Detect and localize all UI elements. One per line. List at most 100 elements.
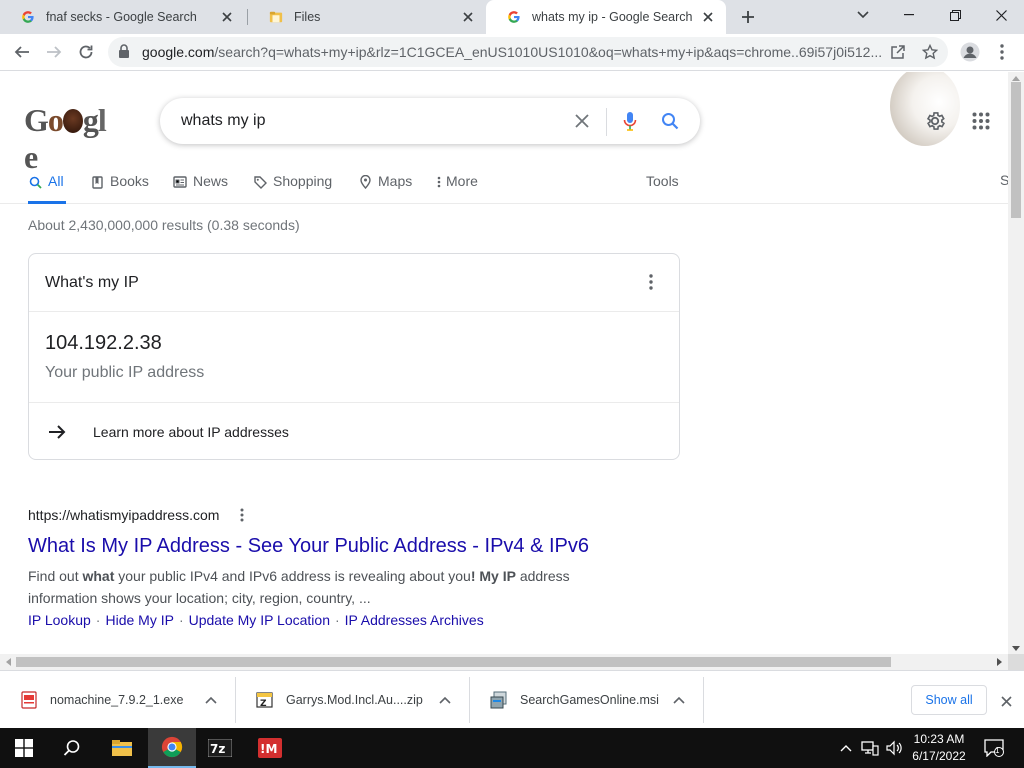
forward-button[interactable] [40,38,68,66]
volume-icon[interactable] [884,738,904,758]
reload-button[interactable] [72,38,100,66]
tab-label: Books [110,173,149,189]
scroll-right-arrow-icon[interactable] [995,658,1003,666]
zip-archive-icon: Z [256,691,274,709]
tools-button[interactable]: Tools [646,170,679,204]
iobit-taskbar-icon[interactable]: !M [246,728,294,768]
folder-favicon-icon [268,9,284,25]
network-icon[interactable] [860,738,880,758]
sitelink[interactable]: Update My IP Location [189,612,330,628]
new-tab-button[interactable] [736,5,760,29]
google-doodle-logo[interactable]: Go gle [24,102,116,175]
tab-all[interactable]: All [28,170,66,204]
tab-strip: fnaf secks - Google Search Files whats m… [0,0,1024,34]
share-icon[interactable] [888,42,908,62]
tab-fnaf[interactable]: fnaf secks - Google Search [0,0,245,34]
start-button[interactable] [0,728,48,768]
download-filename: Garrys.Mod.Incl.Au....zip [286,693,423,707]
search-icon[interactable] [658,109,682,133]
taskbar-clock[interactable]: 10:23 AM 6/17/2022 [906,731,972,765]
show-all-downloads-button[interactable]: Show all [911,685,987,715]
horizontal-scroll-thumb[interactable] [16,657,891,667]
action-center-icon[interactable]: 1 [982,738,1006,758]
tab-label: All [48,173,64,189]
tab-close-icon[interactable] [700,9,716,25]
search-box[interactable]: whats my ip [160,98,700,144]
google-favicon-icon [20,9,36,25]
snippet-text: your public IPv4 and IPv6 address is rev… [114,568,471,584]
bookmark-star-icon[interactable] [920,42,940,62]
search-input[interactable]: whats my ip [181,112,265,130]
sitelink[interactable]: IP Addresses Archives [345,612,484,628]
tab-title: whats my ip - Google Search [532,10,693,24]
clear-search-icon[interactable] [570,109,594,133]
tab-news[interactable]: News [173,170,228,204]
svg-text:7z: 7z [210,742,225,756]
tab-search-chevron-icon[interactable] [840,0,886,30]
tab-shopping[interactable]: Shopping [253,170,332,204]
tab-title: Files [294,10,321,24]
address-bar[interactable]: google.com/search?q=whats+my+ip&rlz=1C1G… [108,37,948,67]
back-button[interactable] [8,38,36,66]
clock-date: 6/17/2022 [912,749,966,763]
tab-files[interactable]: Files [248,0,486,34]
snippet-bold: ! My IP [470,568,516,584]
lock-icon[interactable] [118,44,134,60]
safesearch-label-cut[interactable]: S [1000,172,1008,188]
url-text: google.com/search?q=whats+my+ip&rlz=1C1G… [142,44,882,60]
tab-books[interactable]: Books [90,170,149,204]
restore-button[interactable] [932,0,978,30]
tab-maps[interactable]: Maps [358,170,412,204]
browser-menu-icon[interactable] [988,38,1016,66]
news-icon [173,175,187,189]
chrome-taskbar-icon[interactable] [148,728,196,768]
tray-chevron-up-icon[interactable] [836,738,856,758]
tab-whats-my-ip[interactable]: whats my ip - Google Search [486,0,726,34]
close-download-shelf-icon[interactable] [996,691,1016,711]
clock-time: 10:23 AM [913,732,965,746]
result-menu-icon[interactable] [235,507,249,523]
settings-gear-icon[interactable] [922,108,948,134]
result-url[interactable]: https://whatismyipaddress.com [28,507,219,523]
result-snippet: Find out what your public IPv4 and IPv6 … [28,565,598,609]
vertical-scrollbar[interactable] [1008,72,1024,654]
sitelink[interactable]: Hide My IP [105,612,173,628]
installer-exe-icon [20,691,38,709]
sitelink-separator: · [95,612,101,628]
result-title-link[interactable]: What Is My IP Address - See Your Public … [28,533,628,559]
tab-more[interactable]: More [436,170,478,204]
card-divider [29,311,679,312]
card-title: What's my IP [45,274,139,291]
taskbar-search-icon[interactable] [48,728,96,768]
chevron-up-icon[interactable] [437,692,453,708]
chevron-up-icon[interactable] [671,692,687,708]
download-item[interactable]: Z Garrys.Mod.Incl.Au....zip [236,677,470,723]
url-host: google.com [142,44,215,60]
download-item[interactable]: nomachine_7.9.2_1.exe [0,677,236,723]
chevron-up-icon[interactable] [203,692,219,708]
learn-more-link[interactable]: Learn more about IP addresses [93,424,289,440]
arrow-right-icon[interactable] [45,420,69,444]
7zip-taskbar-icon[interactable]: 7z [196,728,244,768]
scroll-up-arrow-icon[interactable] [1012,74,1020,82]
horizontal-scrollbar[interactable] [0,654,1008,670]
microphone-icon[interactable] [618,109,642,133]
sitelink[interactable]: IP Lookup [28,612,91,628]
google-apps-grid-icon[interactable] [968,108,994,134]
download-filename: nomachine_7.9.2_1.exe [50,693,184,707]
close-window-button[interactable] [978,0,1024,30]
card-menu-icon[interactable] [641,272,661,292]
tab-close-icon[interactable] [219,9,235,25]
download-item[interactable]: SearchGamesOnline.msi [470,677,704,723]
tab-label: Maps [378,173,413,189]
tab-close-icon[interactable] [460,9,476,25]
svg-text:!M: !M [260,742,277,756]
card-divider [29,402,679,403]
vertical-scroll-thumb[interactable] [1011,82,1021,218]
tag-icon [253,175,267,189]
profile-avatar-icon[interactable] [956,38,984,66]
file-explorer-icon[interactable] [98,728,146,768]
scroll-down-arrow-icon[interactable] [1012,644,1020,652]
scroll-left-arrow-icon[interactable] [4,658,12,666]
minimize-button[interactable] [886,0,932,30]
